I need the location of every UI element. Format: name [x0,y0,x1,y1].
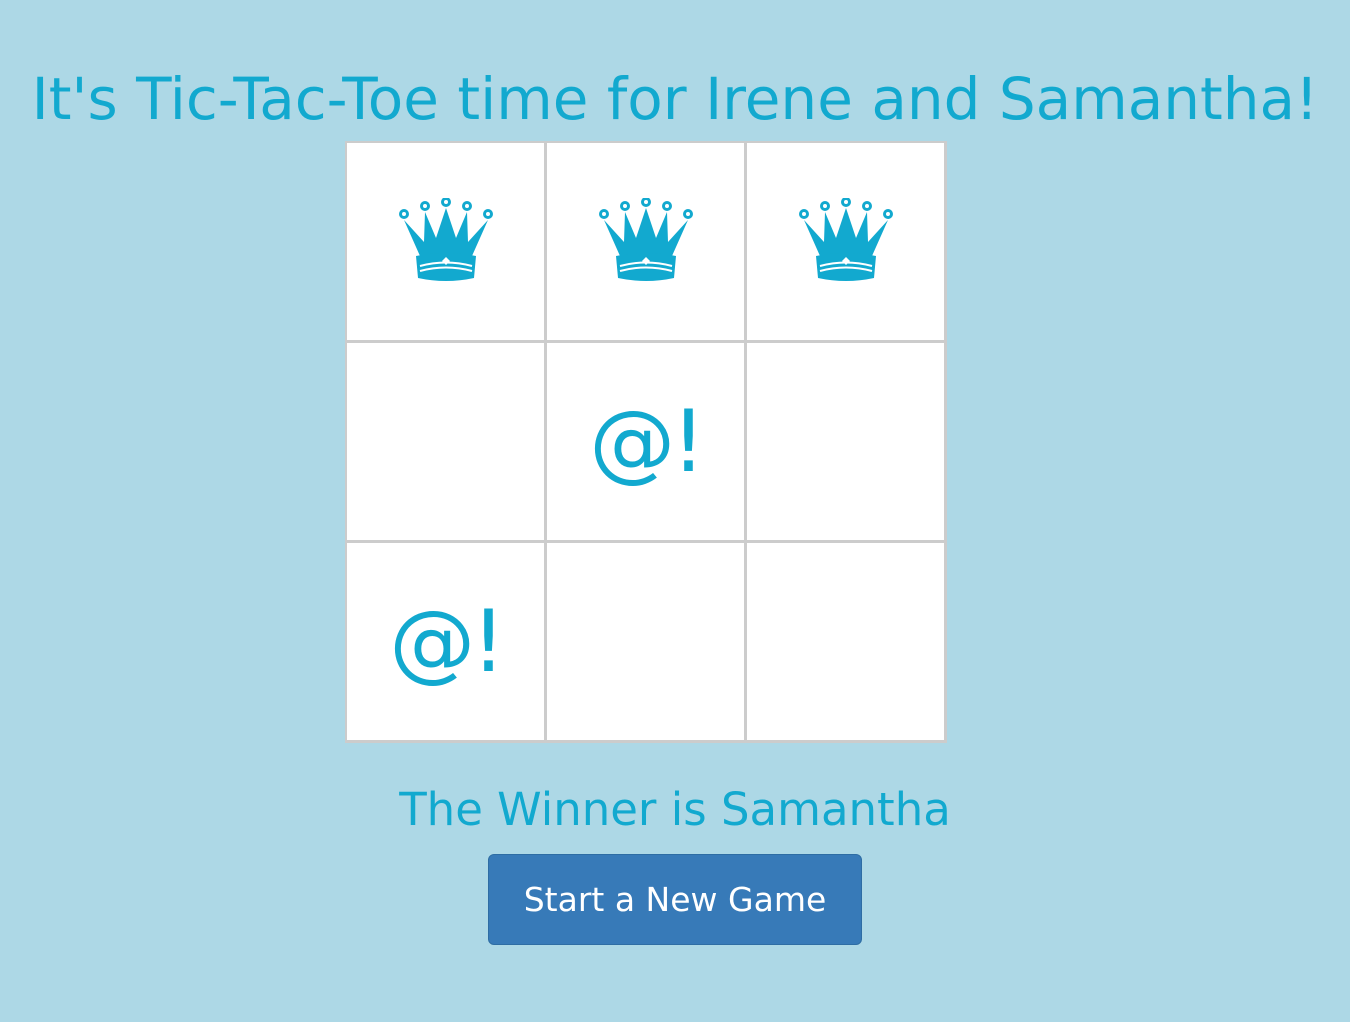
board-cell-5[interactable]: @! [547,343,744,540]
game-board: @! @! [345,141,947,743]
crown-icon [798,197,894,286]
player-mark-at: @! [589,391,706,492]
page-title: It's Tic-Tac-Toe time for Irene and Sama… [31,64,1319,133]
board-cell-4[interactable] [347,343,544,540]
board-cell-7[interactable]: @! [347,543,544,740]
new-game-button[interactable]: Start a New Game [488,854,862,945]
board-cell-6[interactable] [747,343,944,540]
board-cell-9[interactable] [747,543,944,740]
crown-icon [398,197,494,286]
board-cell-2[interactable] [547,143,744,340]
board-cell-3[interactable] [747,143,944,340]
winner-status: The Winner is Samantha [399,783,951,836]
player-mark-at: @! [389,591,506,692]
board-cell-8[interactable] [547,543,744,740]
board-cell-1[interactable] [347,143,544,340]
crown-icon [598,197,694,286]
